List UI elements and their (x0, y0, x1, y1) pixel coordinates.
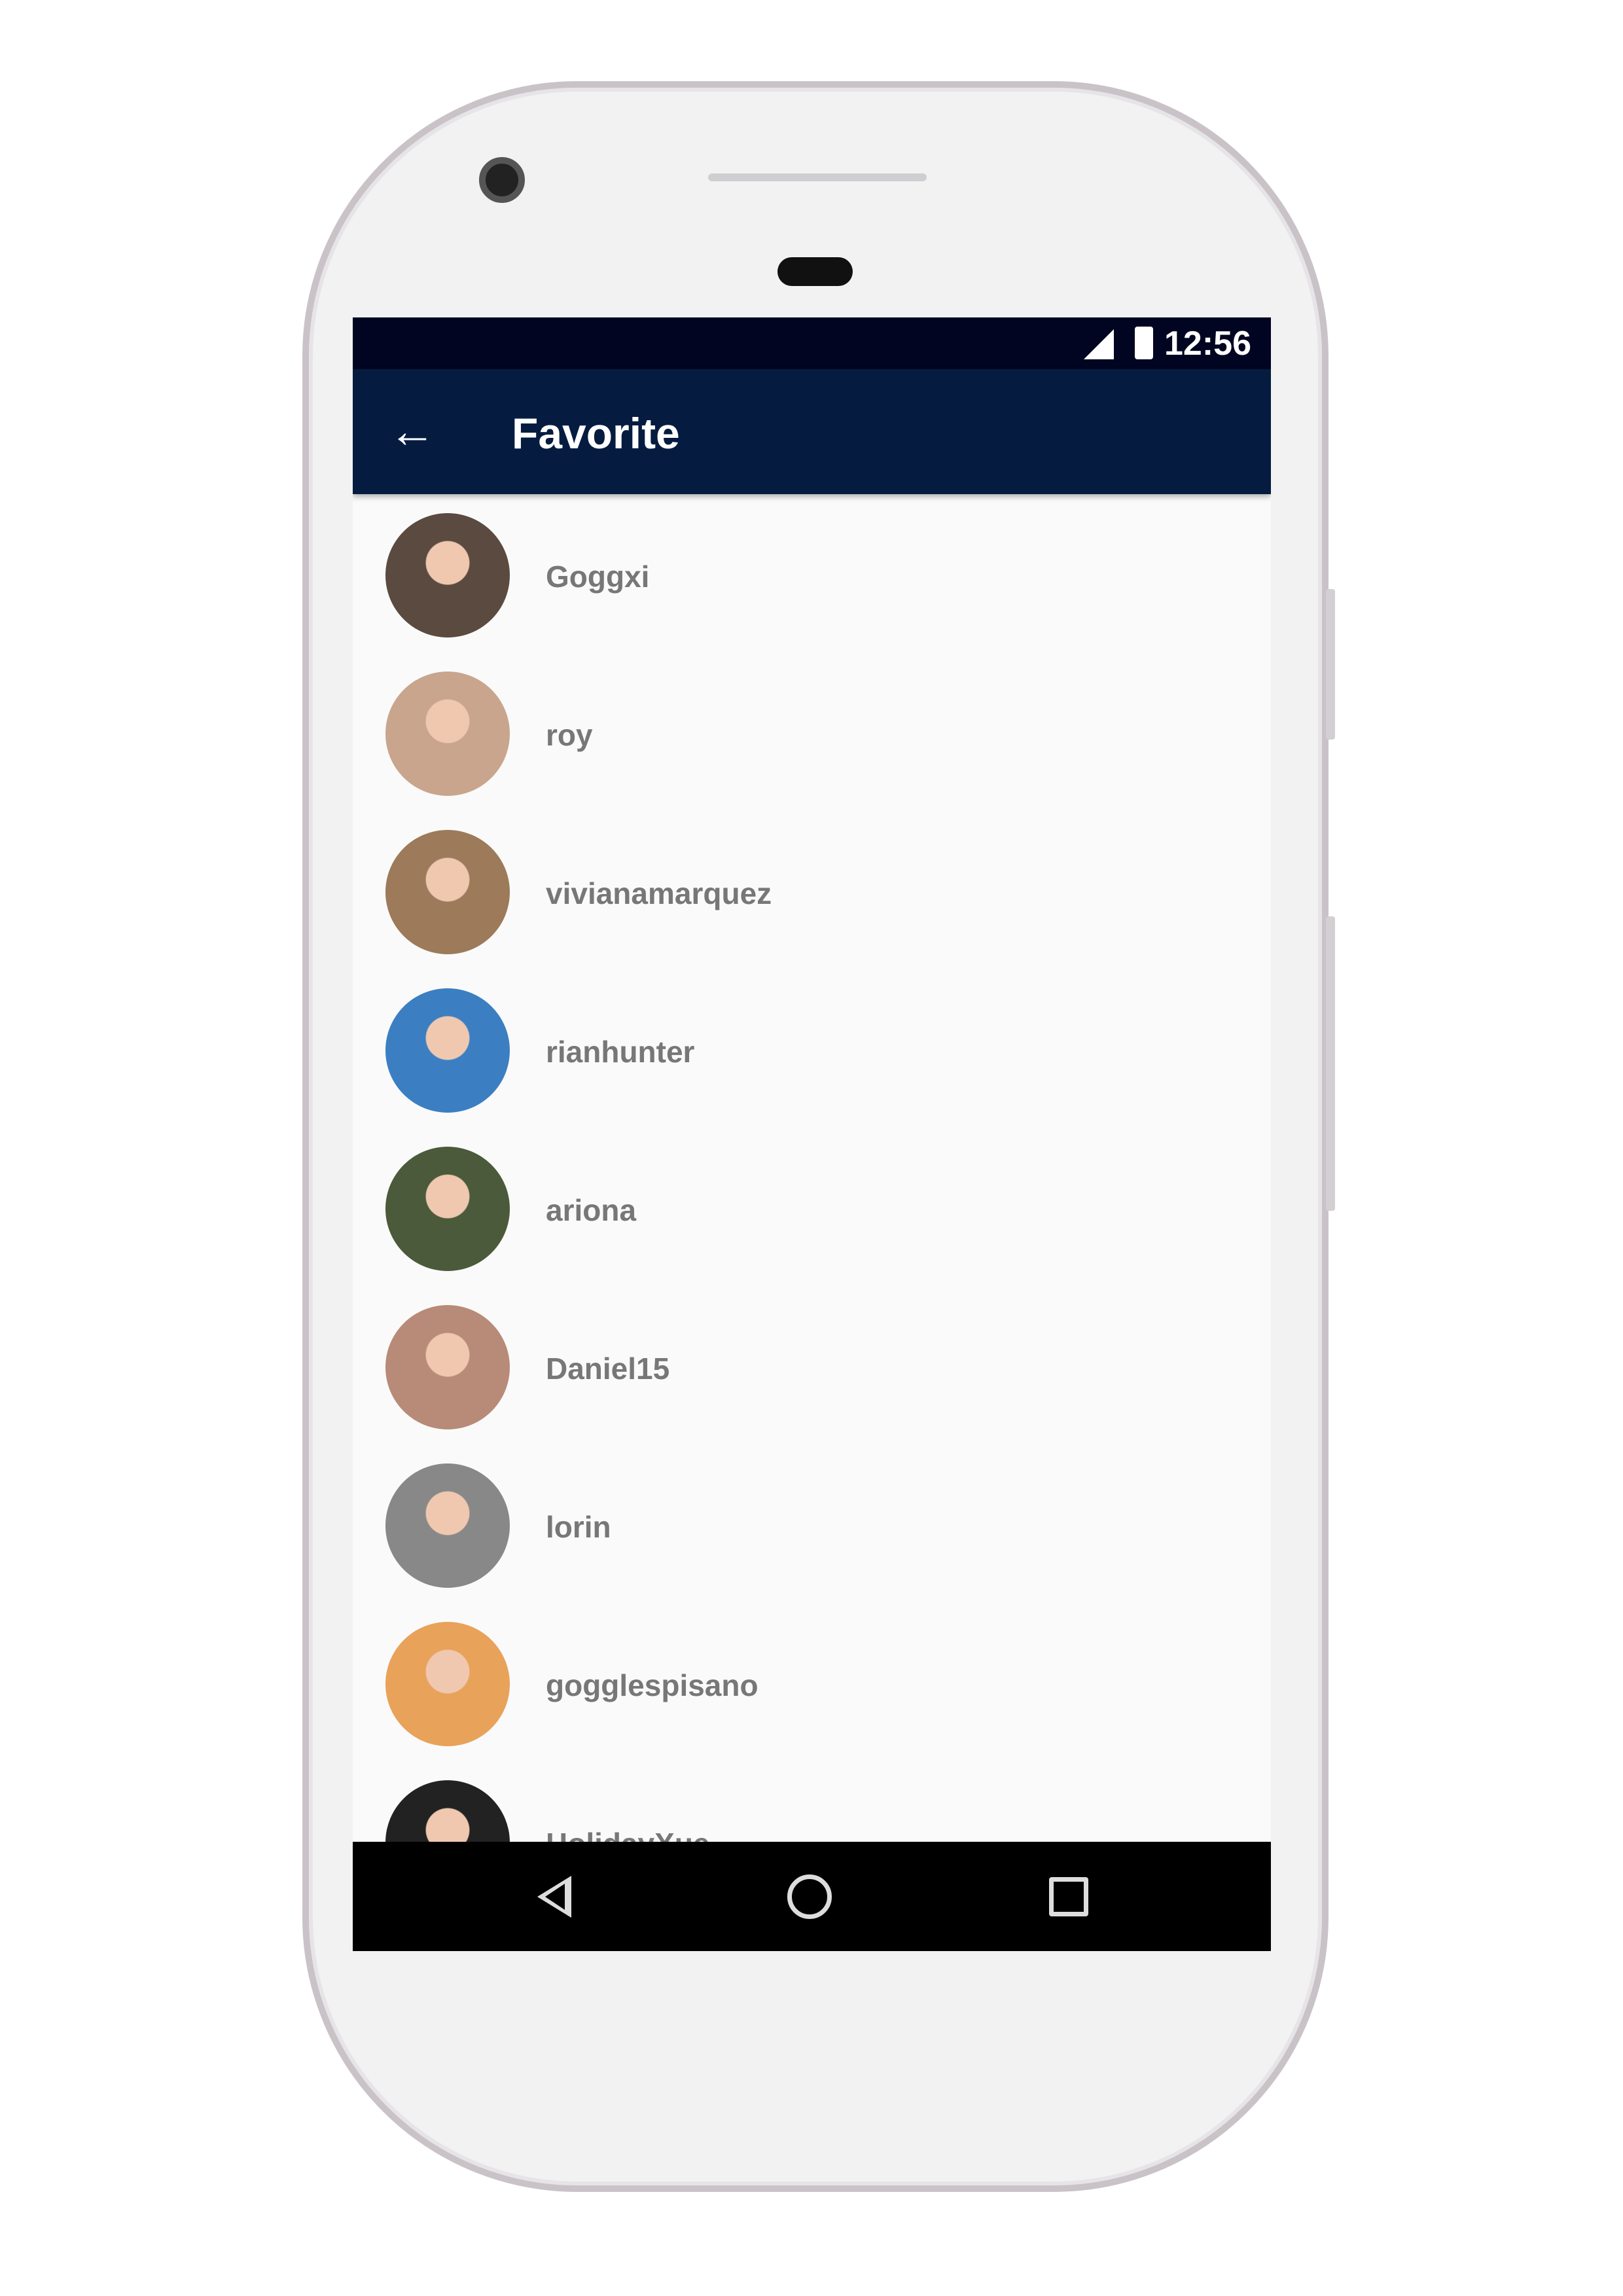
app-bar: ← Favorite (353, 369, 1271, 494)
screen: Goggxi roy vivianamarquez rianhunter ariona D… (353, 317, 1271, 1951)
avatar (385, 830, 510, 954)
avatar (385, 672, 510, 796)
avatar (385, 513, 510, 637)
list-item[interactable]: Daniel15 (353, 1288, 1271, 1446)
user-name: vivianamarquez (546, 876, 772, 910)
volume-button (1326, 916, 1335, 1211)
user-name: roy (546, 718, 593, 752)
navigation-bar (353, 1842, 1271, 1951)
avatar (385, 1463, 510, 1588)
list-item[interactable]: vivianamarquez (353, 813, 1271, 971)
power-button (1326, 589, 1335, 740)
earpiece (777, 257, 853, 286)
user-name: ariona (546, 1193, 637, 1227)
status-time: 12:56 (1164, 325, 1251, 363)
user-name: rianhunter (546, 1035, 695, 1069)
speaker-grille (708, 173, 927, 181)
status-bar: 12:56 (353, 317, 1271, 369)
list-item[interactable]: Goggxi (353, 496, 1271, 655)
page-title: Favorite (512, 409, 680, 457)
signal-icon (1084, 329, 1114, 359)
battery-icon (1135, 327, 1153, 359)
list-item[interactable]: ariona (353, 1130, 1271, 1288)
avatar (385, 1147, 510, 1271)
list-item[interactable]: gogglespisano (353, 1605, 1271, 1763)
avatar (385, 988, 510, 1113)
user-name: gogglespisano (546, 1668, 758, 1702)
list-item[interactable]: lorin (353, 1446, 1271, 1605)
user-name: lorin (546, 1510, 611, 1544)
back-triangle-icon[interactable] (537, 1876, 571, 1918)
arrow-left-icon[interactable]: ← (389, 405, 436, 457)
user-name: Daniel15 (546, 1352, 670, 1386)
list-item[interactable]: roy (353, 655, 1271, 813)
list-item[interactable]: rianhunter (353, 971, 1271, 1130)
home-circle-icon[interactable] (787, 1874, 832, 1919)
avatar (385, 1305, 510, 1429)
recents-square-icon[interactable] (1049, 1877, 1088, 1916)
user-name: Goggxi (546, 560, 650, 594)
front-camera (479, 157, 525, 203)
avatar (385, 1622, 510, 1746)
